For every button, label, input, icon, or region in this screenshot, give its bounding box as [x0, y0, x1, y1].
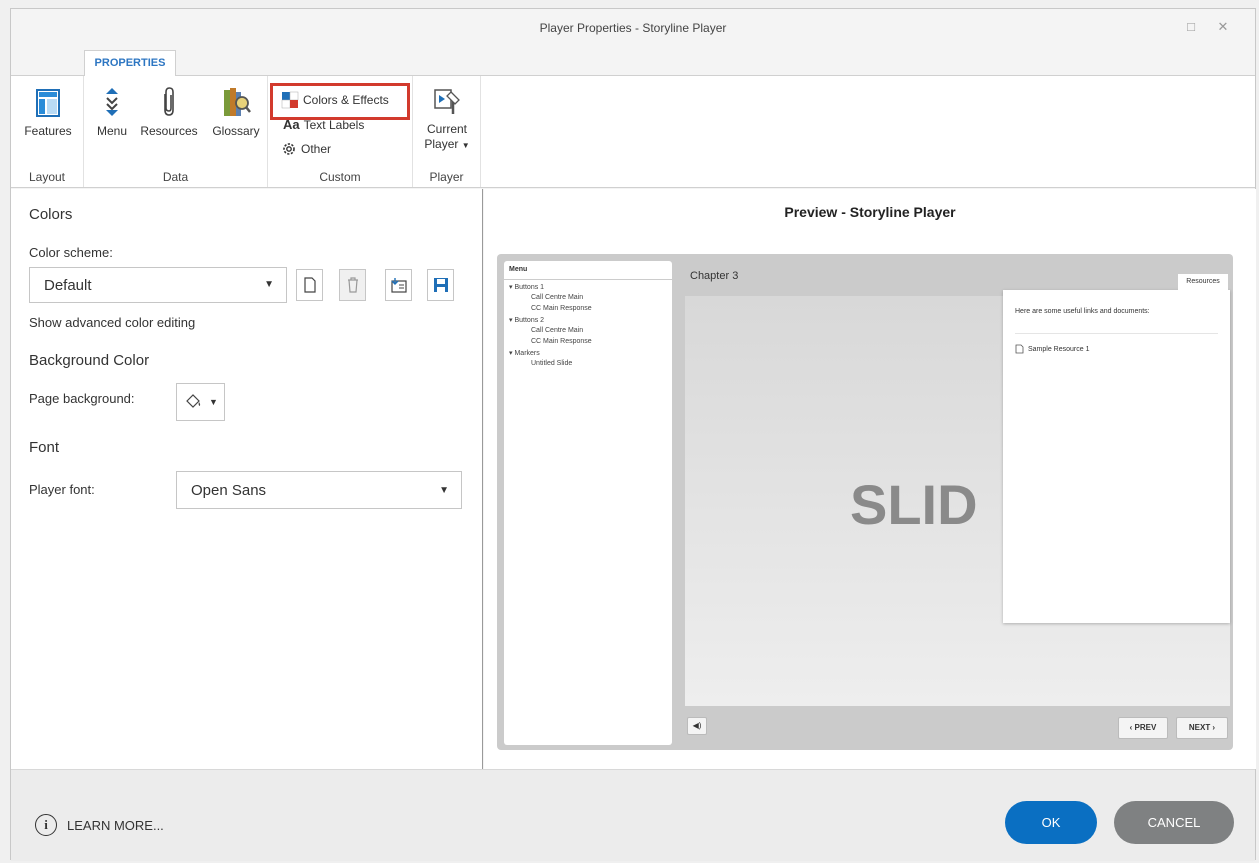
save-scheme-button[interactable]: [427, 269, 454, 301]
features-icon: [36, 89, 60, 117]
learn-more-label: LEARN MORE...: [67, 817, 164, 833]
resources-panel: Here are some useful links and documents…: [1003, 290, 1230, 623]
ribbon-group-layout: Features Layout: [11, 76, 84, 187]
font-section-title: Font: [29, 439, 60, 456]
menu-label: Menu: [96, 124, 128, 138]
current-player-button[interactable]: Current Player ▼: [417, 86, 477, 152]
features-button[interactable]: Features: [15, 88, 81, 138]
info-icon: i: [35, 814, 57, 836]
import-scheme-button[interactable]: [385, 269, 412, 301]
player-font-label: Player font:: [29, 482, 95, 497]
next-button: NEXT ›: [1176, 717, 1228, 739]
menu-icon: [106, 88, 118, 116]
close-button[interactable]: ✕: [1213, 19, 1233, 35]
colors-section-title: Colors: [29, 206, 73, 223]
other-label: Other: [301, 142, 332, 156]
resources-button[interactable]: Resources: [134, 86, 204, 138]
background-section-title: Background Color: [29, 352, 150, 369]
player-font-select[interactable]: Open Sans ▼: [176, 471, 462, 509]
page-background-label: Page background:: [29, 391, 135, 406]
new-scheme-button[interactable]: [296, 269, 323, 301]
menu-item: CC Main Response: [531, 338, 592, 345]
player-preview: Menu ▾ Buttons 1 Call Centre Main CC Mai…: [497, 254, 1233, 750]
glossary-label: Glossary: [212, 124, 260, 138]
ribbon: Features Layout Menu Resources Glossary …: [11, 75, 1255, 188]
title-bar: Player Properties - Storyline Player □ ✕: [11, 9, 1255, 49]
resources-intro: Here are some useful links and documents…: [1015, 308, 1150, 315]
player-font-value: Open Sans: [191, 482, 267, 499]
menu-item: Call Centre Main: [531, 294, 584, 301]
menu-divider: [504, 279, 672, 280]
color-scheme-value: Default: [44, 277, 92, 294]
learn-more-link[interactable]: i LEARN MORE...: [35, 814, 164, 836]
chevron-down-icon: ▼: [209, 397, 218, 407]
chevron-down-icon: ▼: [439, 485, 449, 496]
resource-item: Sample Resource 1: [1015, 344, 1089, 354]
resource-item-label: Sample Resource 1: [1028, 345, 1090, 353]
resources-divider: [1015, 333, 1218, 334]
dialog-footer: i LEARN MORE... OK CANCEL: [11, 769, 1255, 861]
ok-button[interactable]: OK: [1005, 801, 1097, 844]
menu-item: CC Main Response: [531, 305, 592, 312]
menu-item: ▾ Markers: [509, 350, 540, 357]
resources-label: Resources: [140, 124, 198, 138]
preview-title: Preview - Storyline Player: [784, 204, 956, 220]
prev-button: ‹ PREV: [1118, 717, 1168, 739]
resources-icon: [164, 87, 174, 116]
resources-tab: Resources: [1178, 274, 1228, 290]
delete-icon: [347, 277, 358, 293]
glossary-icon: [224, 88, 251, 116]
preview-pane: Preview - Storyline Player Menu ▾ Button…: [484, 189, 1256, 769]
group-label-layout: Layout: [28, 170, 66, 184]
other-button[interactable]: Other: [281, 141, 331, 157]
gear-icon: [283, 143, 295, 155]
ribbon-group-player: Current Player ▼ Player: [413, 76, 481, 187]
dropdown-arrow-icon: ▼: [461, 141, 470, 150]
advanced-color-editing-link[interactable]: Show advanced color editing: [29, 315, 195, 330]
properties-pane: Colors Color scheme: Default ▼ Show adva…: [11, 189, 483, 769]
current-player-label-2: Player: [424, 137, 459, 151]
slide-text: SLID: [850, 473, 978, 536]
menu-tab: Menu: [509, 266, 528, 273]
page-background-color-picker[interactable]: ▼: [176, 383, 225, 421]
group-label-player: Player: [429, 170, 464, 184]
colors-effects-highlight: [270, 83, 410, 120]
tab-properties[interactable]: PROPERTIES: [84, 50, 176, 76]
document-icon: [1015, 344, 1024, 354]
current-player-label-1: Current: [426, 122, 467, 136]
delete-scheme-button[interactable]: [339, 269, 366, 301]
features-label: Features: [24, 124, 72, 138]
group-label-data: Data: [162, 170, 189, 184]
import-icon: [390, 278, 407, 293]
menu-button[interactable]: Menu: [92, 86, 132, 138]
ribbon-group-data: Menu Resources Glossary Data: [84, 76, 268, 187]
menu-item: ▾ Buttons 2: [509, 317, 545, 324]
chapter-title: Chapter 3: [690, 270, 739, 282]
group-label-custom: Custom: [319, 170, 361, 184]
player-properties-window: Player Properties - Storyline Player □ ✕…: [10, 8, 1256, 861]
volume-icon: ◀): [687, 717, 707, 735]
current-player-icon: [434, 89, 460, 114]
cancel-button[interactable]: CANCEL: [1114, 801, 1234, 844]
color-scheme-select[interactable]: Default ▼: [29, 267, 287, 303]
maximize-button[interactable]: □: [1181, 19, 1201, 34]
menu-item: Call Centre Main: [531, 327, 584, 334]
new-icon: [303, 277, 316, 293]
menu-item: ▾ Buttons 1: [509, 284, 545, 291]
glossary-button[interactable]: Glossary: [208, 86, 264, 138]
window-title: Player Properties - Storyline Player: [539, 21, 727, 35]
menu-panel: Menu ▾ Buttons 1 Call Centre Main CC Mai…: [504, 261, 672, 745]
color-scheme-label: Color scheme:: [29, 245, 113, 260]
menu-item: Untitled Slide: [531, 360, 573, 367]
chevron-down-icon: ▼: [264, 279, 274, 290]
paint-bucket-icon: [185, 394, 201, 410]
save-icon: [433, 278, 448, 292]
